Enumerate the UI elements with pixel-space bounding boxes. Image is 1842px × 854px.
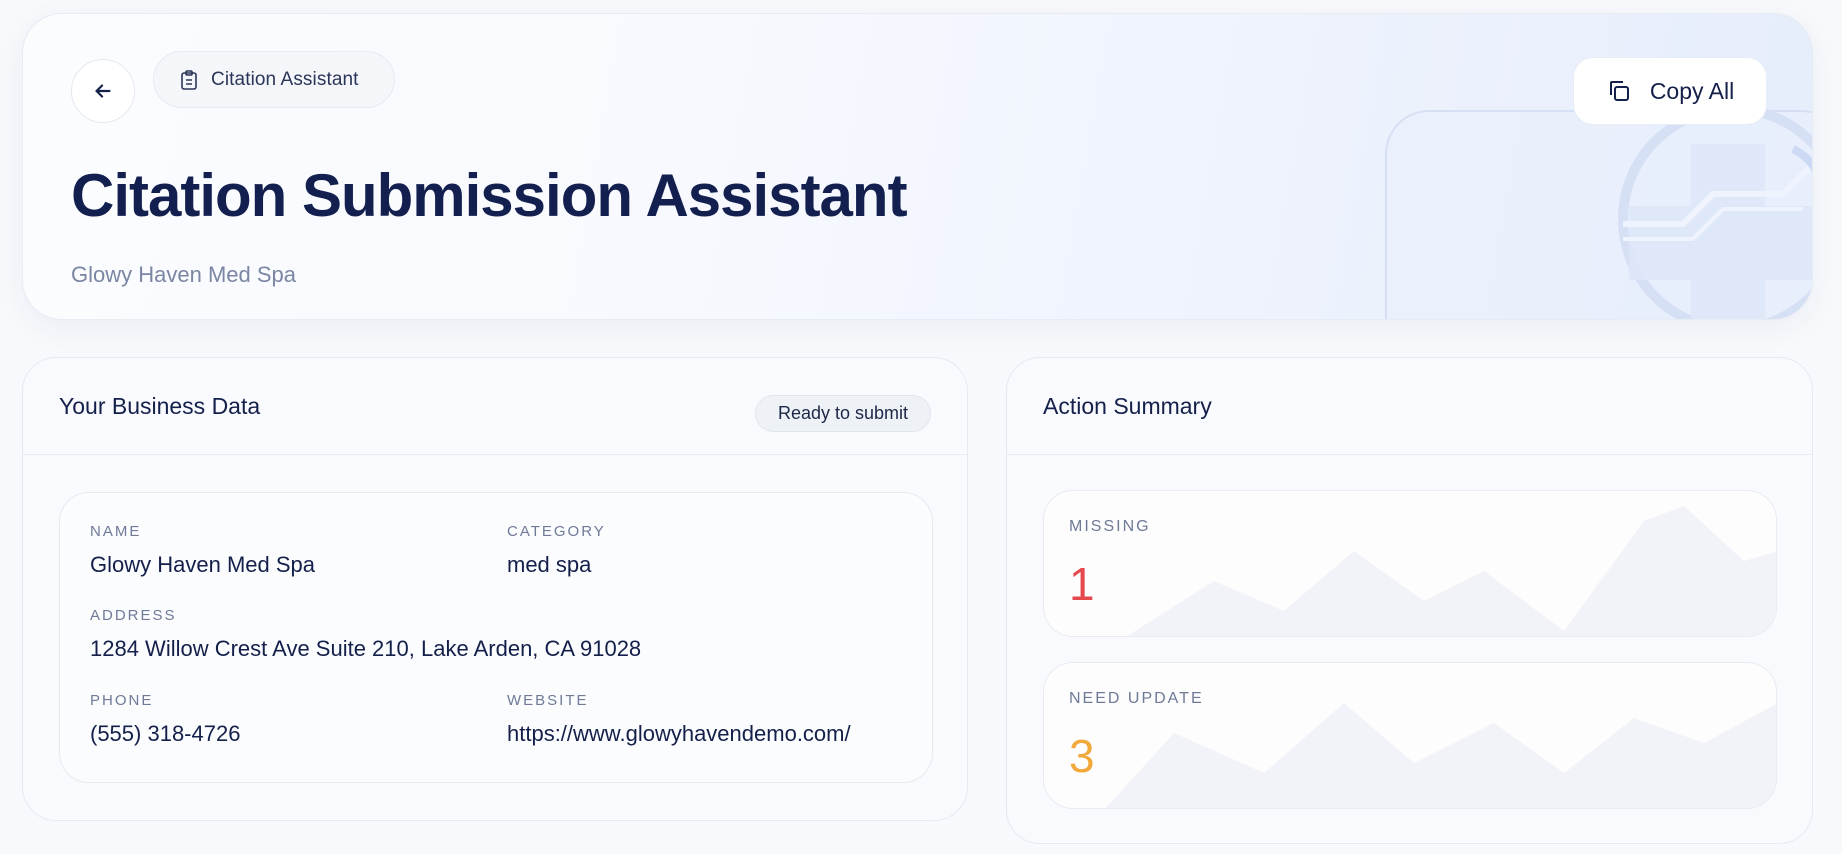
field-label: WEBSITE	[507, 692, 589, 709]
mountain-background-illustration	[1127, 506, 1776, 636]
medical-cross-illustration	[1618, 104, 1812, 319]
copy-all-label: Copy All	[1649, 77, 1735, 104]
mountain-background-illustration	[1105, 703, 1776, 808]
field-label: PHONE	[90, 692, 154, 709]
field-phone: PHONE (555) 318-4726	[90, 692, 240, 747]
panel-header: Action Summary	[1007, 358, 1812, 455]
clipboard-icon	[181, 69, 197, 90]
panel-title: Action Summary	[1043, 392, 1212, 419]
field-value[interactable]: https://www.glowyhavendemo.com/	[507, 721, 851, 747]
field-value[interactable]: (555) 318-4726	[90, 721, 240, 747]
status-badge: Ready to submit	[755, 395, 931, 432]
copy-all-button[interactable]: Copy All	[1573, 57, 1767, 125]
field-name: NAME Glowy Haven Med Spa	[90, 523, 315, 578]
breadcrumb-label: Citation Assistant	[211, 68, 359, 90]
action-summary-panel: Action Summary MISSING 1 NEED UPDATE 3	[1006, 357, 1813, 844]
copy-icon	[1609, 81, 1629, 101]
field-value[interactable]: Glowy Haven Med Spa	[90, 552, 315, 578]
metric-value: 3	[1069, 730, 1095, 782]
business-data-panel: Your Business Data Ready to submit NAME …	[22, 357, 968, 821]
panel-header: Your Business Data Ready to submit	[23, 358, 967, 455]
field-website: WEBSITE https://www.glowyhavendemo.com/	[507, 692, 851, 747]
page-title: Citation Submission Assistant	[71, 162, 908, 229]
breadcrumb[interactable]: Citation Assistant	[153, 51, 395, 108]
field-address: ADDRESS 1284 Willow Crest Ave Suite 210,…	[90, 607, 641, 662]
field-label: ADDRESS	[90, 607, 177, 624]
metric-label: MISSING	[1069, 518, 1151, 535]
field-label: NAME	[90, 523, 142, 540]
metric-label: NEED UPDATE	[1069, 690, 1204, 707]
metric-card-missing[interactable]: MISSING 1	[1043, 490, 1777, 637]
back-button[interactable]	[71, 59, 135, 123]
field-value[interactable]: 1284 Willow Crest Ave Suite 210, Lake Ar…	[90, 636, 641, 662]
metric-value: 1	[1069, 558, 1095, 610]
business-name-subtitle: Glowy Haven Med Spa	[71, 262, 296, 287]
panel-title: Your Business Data	[59, 392, 261, 419]
page-header: Citation Assistant Copy All Citation Sub…	[22, 13, 1813, 320]
metric-card-need-update[interactable]: NEED UPDATE 3	[1043, 662, 1777, 809]
field-category: CATEGORY med spa	[507, 523, 606, 578]
field-value[interactable]: med spa	[507, 552, 606, 578]
business-data-card: NAME Glowy Haven Med Spa CATEGORY med sp…	[59, 492, 933, 783]
field-label: CATEGORY	[507, 523, 606, 540]
arrow-left-icon	[95, 84, 111, 98]
